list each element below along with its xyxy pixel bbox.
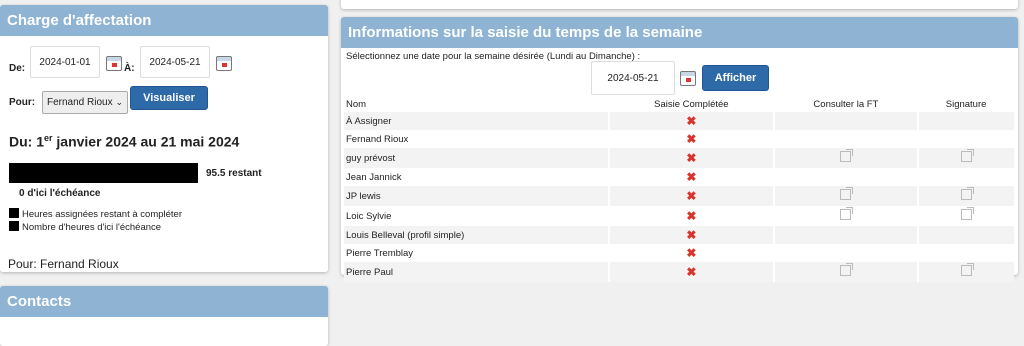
completion-status: ✖ [609,148,775,168]
employee-name: Pierre Paul [344,262,611,282]
from-label: De: [9,63,26,74]
employee-name: Louis Belleval (profil simple) [344,226,611,244]
consult-ft-cell[interactable] [773,186,920,206]
x-mark-icon: ✖ [686,227,697,242]
employee-name: Jean Jannick [344,168,611,186]
completion-status: ✖ [609,226,775,244]
table-row: Fernand Rioux ✖ [344,130,1014,148]
remaining-hours-label: 95.5 restant [206,168,262,179]
employee-name: Pierre Tremblay [344,244,611,262]
employee-name: JP lewis [344,186,611,206]
afficher-button[interactable]: Afficher [702,65,769,91]
external-link-icon[interactable] [840,149,854,162]
external-link-icon[interactable] [961,207,975,220]
top-panel-remnant [341,0,1018,9]
completion-status: ✖ [609,130,775,148]
calendar-icon[interactable] [680,71,696,86]
week-date-input[interactable]: 2024-05-21 [591,61,675,95]
table-row: Pierre Tremblay ✖ [344,244,1014,262]
legend-item: Heures assignées restant à compléter [9,208,182,220]
external-link-icon[interactable] [840,263,854,276]
x-mark-icon: ✖ [686,131,697,146]
column-header: Consulter la FT [813,99,879,110]
date-range-title: Du: 1er janvier 2024 au 21 mai 2024 [9,133,240,150]
consult-ft-cell [773,130,920,148]
signature-cell[interactable] [918,148,1014,168]
remaining-hours-bar [9,163,198,183]
from-date-input[interactable]: 2024-01-01 [30,46,100,78]
completion-status: ✖ [609,168,775,186]
consult-ft-cell [773,112,920,130]
signature-cell[interactable] [918,262,1014,282]
legend-item: Nombre d'heures d'ici l'échéance [9,221,161,233]
column-header: Saisie Complétée [654,99,729,110]
x-mark-icon: ✖ [686,188,697,203]
x-mark-icon: ✖ [686,169,697,184]
week-panel-title: Informations sur la saisie du temps de l… [341,17,1018,48]
contacts-panel: Contacts [0,286,328,346]
consult-ft-cell [773,244,920,262]
pour-select-value: Fernand Rioux [47,97,113,108]
consult-ft-cell [773,226,920,244]
charge-panel-title: Charge d'affectation [0,5,328,36]
week-panel: Informations sur la saisie du temps de l… [341,17,1018,282]
x-mark-icon: ✖ [686,208,697,223]
employee-name: guy prévost [344,148,611,168]
external-link-icon[interactable] [961,149,975,162]
employee-name: À Assigner [344,112,611,130]
signature-cell [918,112,1014,130]
x-mark-icon: ✖ [686,264,697,279]
pour-footer: Pour: Fernand Rioux [8,257,119,271]
signature-cell[interactable] [918,186,1014,206]
table-row: À Assigner ✖ [344,112,1014,130]
signature-cell [918,130,1014,148]
table-row: guy prévost ✖ [344,148,1014,168]
x-mark-icon: ✖ [686,245,697,260]
signature-cell [918,244,1014,262]
column-header: Nom [346,99,367,110]
chevron-down-icon: ⌄ [115,97,123,107]
completion-status: ✖ [609,112,775,130]
completion-status: ✖ [609,262,775,282]
table-row: JP lewis ✖ [344,186,1014,206]
table-row: Louis Belleval (profil simple) ✖ [344,226,1014,244]
external-link-icon[interactable] [840,207,854,220]
employee-name: Fernand Rioux [344,130,611,148]
employee-name: Loic Sylvie [344,206,611,226]
to-date-input[interactable]: 2024-05-21 [140,46,210,78]
table-row: Jean Jannick ✖ [344,168,1014,186]
consult-ft-cell[interactable] [773,206,920,226]
week-table: Nom Saisie Complétée Consulter la FT Sig… [344,97,1014,282]
pour-select[interactable]: Fernand Rioux ⌄ [42,91,128,114]
external-link-icon[interactable] [961,187,975,200]
deadline-hours-label: 0 d'ici l'échéance [19,188,101,199]
completion-status: ✖ [609,244,775,262]
charge-panel: Charge d'affectation De: 2024-01-01 À: 2… [0,5,328,272]
external-link-icon[interactable] [840,187,854,200]
contacts-panel-title: Contacts [0,286,328,317]
pour-label: Pour: [9,97,36,108]
consult-ft-cell[interactable] [773,148,920,168]
visualiser-button[interactable]: Visualiser [130,86,208,110]
table-row: Loic Sylvie ✖ [344,206,1014,226]
to-label: À: [124,63,135,74]
signature-cell [918,168,1014,186]
consult-ft-cell [773,168,920,186]
calendar-icon[interactable] [216,56,232,71]
x-mark-icon: ✖ [686,150,697,165]
signature-cell[interactable] [918,206,1014,226]
consult-ft-cell[interactable] [773,262,920,282]
x-mark-icon: ✖ [686,113,697,128]
table-row: Pierre Paul ✖ [344,262,1014,282]
completion-status: ✖ [609,206,775,226]
calendar-icon[interactable] [106,56,122,71]
completion-status: ✖ [609,186,775,206]
signature-cell [918,226,1014,244]
external-link-icon[interactable] [961,263,975,276]
column-header: Signature [945,99,987,110]
